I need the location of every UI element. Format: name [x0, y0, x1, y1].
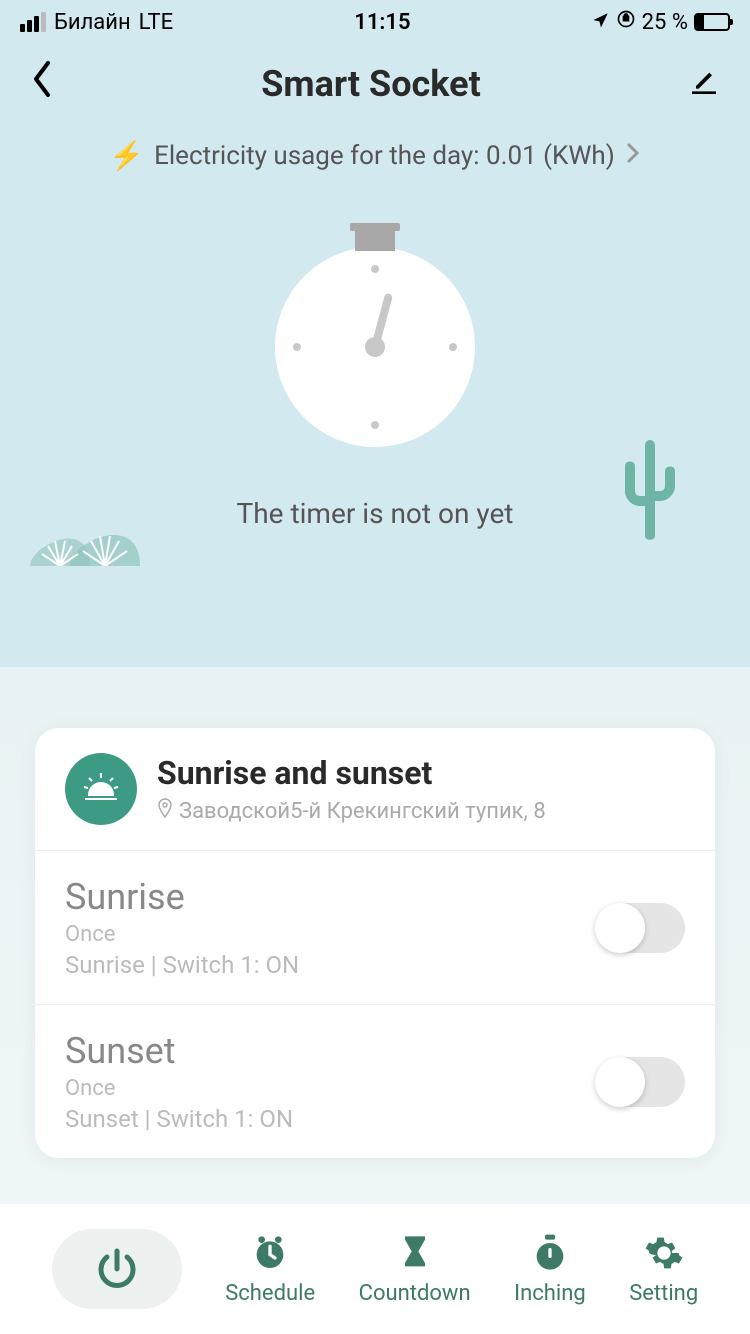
location-pin-icon — [157, 798, 173, 824]
row-title: Sunset — [65, 1030, 293, 1072]
status-time: 11:15 — [354, 10, 410, 35]
electricity-usage-row[interactable]: ⚡ Electricity usage for the day: 0.01 (K… — [0, 124, 750, 187]
page-title: Smart Socket — [261, 63, 481, 105]
bottom-nav: Schedule Countdown Inching Setting — [0, 1204, 750, 1334]
row-detail: Sunset | Switch 1: ON — [65, 1105, 293, 1133]
battery-icon — [694, 13, 730, 31]
sunset-row[interactable]: Sunset Once Sunset | Switch 1: ON — [35, 1005, 715, 1158]
sunrise-row[interactable]: Sunrise Once Sunrise | Switch 1: ON — [35, 851, 715, 1005]
clock-icon — [250, 1233, 290, 1273]
row-repeat: Once — [65, 1076, 293, 1101]
nav-setting[interactable]: Setting — [629, 1233, 698, 1306]
nav-bar: Smart Socket — [0, 44, 750, 124]
nav-countdown[interactable]: Countdown — [359, 1233, 471, 1306]
card-header[interactable]: Sunrise and sunset Заводской5-й Крекингс… — [35, 728, 715, 851]
edit-button[interactable] — [688, 66, 720, 102]
chevron-right-icon — [625, 141, 641, 171]
nav-schedule[interactable]: Schedule — [225, 1233, 315, 1306]
power-button[interactable] — [52, 1229, 182, 1309]
battery-percent: 25 % — [642, 10, 688, 35]
location-icon — [592, 10, 610, 35]
carrier-label: Билайн — [54, 10, 131, 35]
row-detail: Sunrise | Switch 1: ON — [65, 951, 299, 979]
status-bar: Билайн LTE 11:15 25 % — [0, 0, 750, 44]
hourglass-icon — [395, 1233, 435, 1273]
sunrise-toggle[interactable] — [595, 903, 685, 953]
timer-icon[interactable] — [275, 247, 475, 447]
row-repeat: Once — [65, 922, 299, 947]
sunrise-sunset-card: Sunrise and sunset Заводской5-й Крекингс… — [35, 728, 715, 1158]
timer-display: The timer is not on yet — [0, 187, 750, 570]
card-location: Заводской5-й Крекингский тупик, 8 — [157, 798, 546, 824]
card-title: Sunrise and sunset — [157, 754, 546, 792]
orientation-lock-icon — [616, 9, 636, 35]
bush-icon — [30, 516, 190, 570]
row-title: Sunrise — [65, 876, 299, 918]
cactus-icon — [610, 426, 690, 550]
stopwatch-icon — [530, 1233, 570, 1273]
bolt-icon: ⚡ — [109, 139, 144, 172]
sunrise-icon — [65, 753, 137, 825]
signal-icon — [20, 12, 46, 32]
network-label: LTE — [139, 10, 174, 35]
usage-label: Electricity usage for the day: 0.01 (KWh… — [154, 141, 615, 171]
gear-icon — [644, 1233, 684, 1273]
back-button[interactable] — [30, 59, 54, 109]
nav-inching[interactable]: Inching — [514, 1233, 586, 1306]
scenery-decoration — [0, 450, 750, 570]
sunset-toggle[interactable] — [595, 1057, 685, 1107]
